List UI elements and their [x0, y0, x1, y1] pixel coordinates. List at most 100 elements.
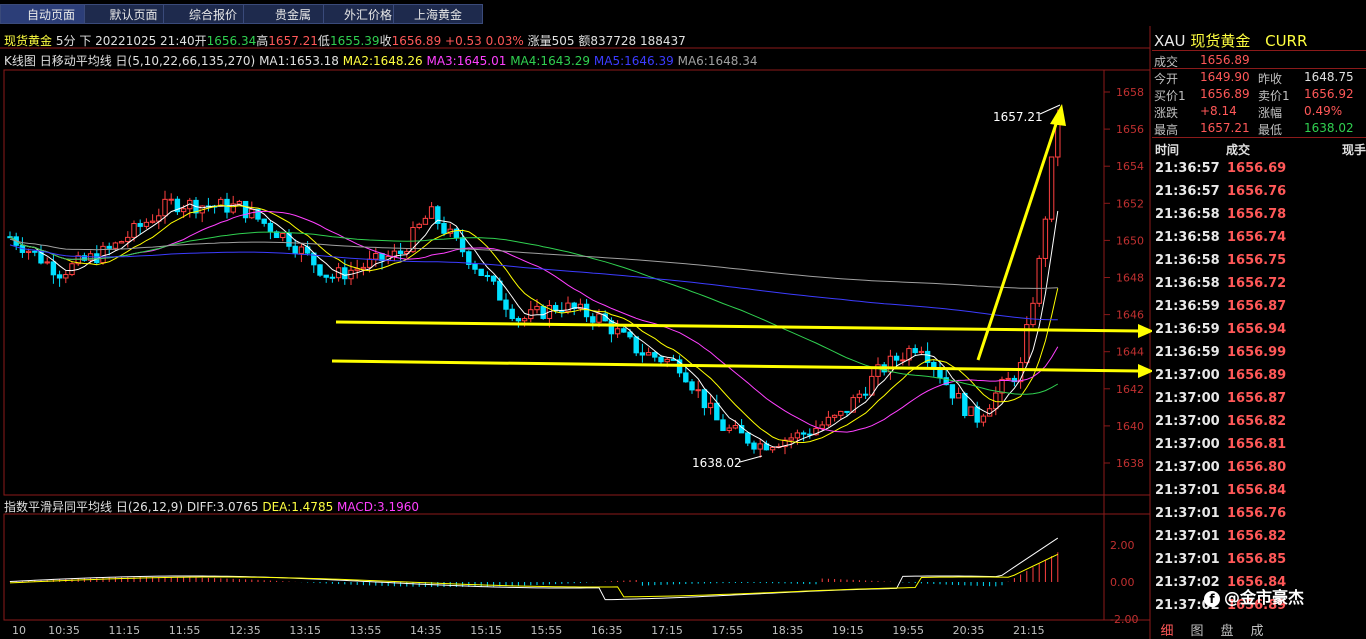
candle-body [149, 220, 156, 223]
candle-body [267, 222, 274, 233]
candle-body [397, 250, 404, 255]
price-tick-label: 1654 [1116, 160, 1144, 173]
time-tick-label: 18:35 [772, 624, 804, 637]
candle-body [838, 410, 844, 416]
candle-body [503, 299, 509, 310]
tab-chart[interactable]: 图 [1182, 620, 1212, 639]
tick-price: 1656.80 [1227, 460, 1287, 475]
ma-line [9, 238, 1058, 289]
candle-body [633, 336, 639, 354]
tick-time: 21:36:58 [1155, 276, 1220, 291]
tick-time: 21:36:59 [1155, 322, 1220, 337]
candle-body [590, 316, 596, 323]
candle-body [695, 389, 701, 392]
candle-body [1005, 377, 1011, 380]
change-value: +8.14 [1200, 104, 1237, 118]
candle-body [497, 280, 503, 301]
divider [1152, 50, 1366, 51]
candle-body [50, 261, 57, 276]
col-extra: 现手 [1342, 143, 1366, 157]
candle-body [707, 402, 714, 409]
tick-price: 1656.76 [1227, 184, 1287, 199]
candle-body [416, 223, 422, 229]
candle-body [56, 274, 63, 279]
tab-trades[interactable]: 成 [1242, 620, 1272, 639]
diff-line [9, 537, 1059, 601]
time-tick-label: 15:55 [531, 624, 563, 637]
candle-body [131, 223, 137, 238]
tab-detail[interactable]: 细 [1152, 620, 1182, 639]
candle-body [540, 305, 546, 319]
candle-body [168, 198, 174, 201]
candle-body [974, 406, 980, 423]
price-tick-label: 1640 [1116, 420, 1144, 433]
symbol-title: 现货黄金 [1190, 32, 1251, 50]
candle-body [1036, 257, 1042, 304]
tick-row: 21:36:58 1656.75 [1155, 253, 1365, 276]
candle-body [428, 206, 435, 219]
candle-body [893, 355, 900, 361]
macd-tick-label: 0.00 [1110, 576, 1135, 589]
candle-body [509, 308, 515, 319]
divider [1152, 137, 1366, 138]
tick-time: 21:37:00 [1155, 437, 1220, 452]
candle-body [583, 303, 590, 318]
tab-book[interactable]: 盘 [1212, 620, 1242, 639]
pct-label: 涨幅 [1258, 106, 1283, 120]
tick-row: 21:36:59 1656.99 [1155, 345, 1365, 368]
candle-body [180, 208, 187, 213]
ask-label: 卖价1 [1258, 89, 1290, 103]
candle-body [831, 414, 838, 418]
candle-body [862, 393, 869, 396]
tick-price: 1656.89 [1227, 368, 1287, 383]
candle-body [639, 352, 646, 356]
candle-body [949, 384, 956, 399]
candle-body [999, 378, 1005, 394]
tick-row: 21:36:58 1656.74 [1155, 230, 1365, 253]
time-tick-label: 17:55 [711, 624, 743, 637]
pct-value: 0.49% [1304, 104, 1343, 118]
candle-body [143, 221, 150, 227]
tick-row: 21:37:00 1656.87 [1155, 391, 1365, 414]
time-tick-label: 13:15 [289, 624, 321, 637]
price-tick-label: 1646 [1116, 309, 1144, 322]
candle-body [794, 432, 801, 439]
candle-body [236, 200, 243, 205]
time-tick-label: 15:15 [470, 624, 502, 637]
candle-body [980, 415, 987, 423]
candle-body [360, 266, 367, 270]
candle-body [887, 355, 894, 373]
tick-price: 1656.99 [1227, 345, 1287, 360]
candle-body [1030, 302, 1036, 326]
candle-body [441, 222, 447, 234]
candle-body [627, 331, 633, 338]
candle-body [521, 318, 528, 322]
candle-body [664, 358, 670, 363]
tick-row: 21:36:57 1656.69 [1155, 161, 1365, 184]
tick-time: 21:37:01 [1155, 506, 1220, 521]
candle-body [63, 274, 69, 279]
candle-body [292, 245, 298, 254]
time-tick-label: 12:35 [229, 624, 261, 637]
candle-body [900, 359, 906, 362]
tick-row: 21:37:01 1656.76 [1155, 506, 1365, 529]
candle-body [459, 237, 466, 253]
macd-tick-label: -2.00 [1110, 613, 1138, 626]
candle-body [819, 424, 825, 429]
tick-row: 21:36:58 1656.78 [1155, 207, 1365, 230]
candle-body [652, 352, 658, 358]
low-value: 1638.02 [1304, 121, 1354, 135]
dea-line [9, 553, 1059, 598]
time-tick-label: 10:35 [48, 624, 80, 637]
candle-body [342, 267, 348, 280]
divider [1152, 68, 1366, 69]
candle-body [329, 276, 336, 279]
candle-body [528, 309, 534, 320]
tick-row: 21:37:01 1656.82 [1155, 529, 1365, 552]
col-time: 时间 [1155, 143, 1180, 157]
tick-price: 1656.76 [1227, 506, 1287, 521]
tick-time: 21:36:59 [1155, 345, 1220, 360]
prev-close-value: 1648.75 [1304, 70, 1354, 84]
price-tick-label: 1652 [1116, 197, 1144, 210]
kline-chart[interactable]: 1658 1656 1654 1652 1650 1648 1646 1644 1642 1640… [0, 0, 1152, 639]
